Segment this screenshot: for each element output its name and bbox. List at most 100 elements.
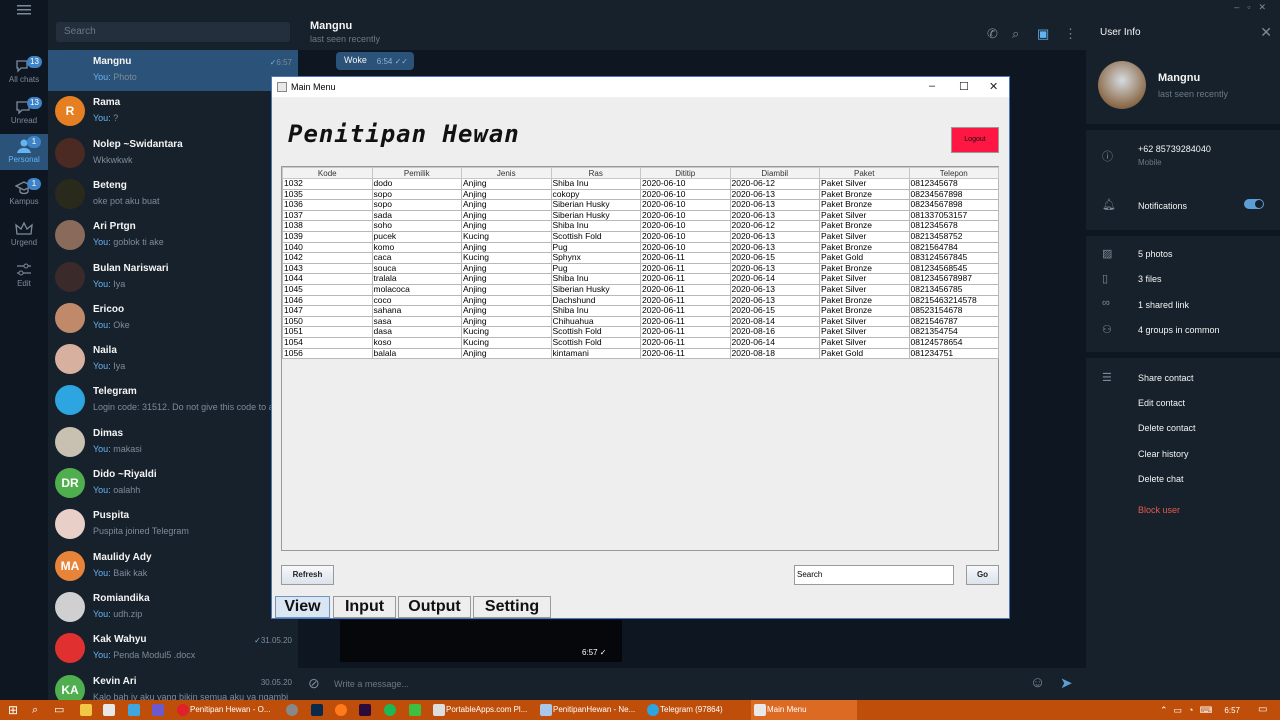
table-cell[interactable]: 1042 [282,252,373,264]
column-header[interactable]: Ras [550,167,641,179]
message-bubble[interactable]: Woke 6:54 ✓✓ [336,52,414,70]
tab-setting[interactable]: Setting [473,596,551,618]
delete-chat-button[interactable]: Delete chat [1138,474,1184,484]
table-cell[interactable]: coco [371,294,462,307]
chat-list-item[interactable]: NailaYou: Iya✓ [48,339,298,380]
chat-list-item[interactable]: Beteng oke pot aku buat [48,174,298,215]
table-row[interactable]: 1045 molacoca Anjing Siberian Husky 2020-06-… [282,283,999,296]
close-icon[interactable]: ✕ [989,80,998,93]
table-cell[interactable]: sasa [371,315,462,328]
table-row[interactable]: 1037 sada Anjing Siberian Husky 2020-06-10 20… [282,209,999,222]
notifications-toggle[interactable] [1244,199,1264,209]
table-cell[interactable]: Shiba Inu [550,305,641,317]
chat-list-item[interactable]: RomiandikaYou: udh.zip✓1. [48,587,298,628]
table-cell[interactable]: Kucing [461,326,552,338]
table-cell[interactable]: 2020-06-10 [640,209,731,222]
table-cell[interactable]: Anjing [461,347,552,360]
table-row[interactable]: 1038 soho Anjing Shiba Inu 2020-06-10 2020-06… [282,220,999,232]
taskbar-item-main-menu[interactable]: Main Menu [751,700,857,720]
table-cell[interactable]: 2020-06-11 [640,294,731,307]
table-cell[interactable]: 1032 [282,178,373,190]
table-cell[interactable]: balala [371,347,462,360]
taskbar-item-opera[interactable]: Penitipan Hewan - O... [174,700,274,720]
logout-button[interactable]: Logout [951,127,999,153]
table-cell[interactable]: Shiba Inu [550,273,641,285]
table-cell[interactable]: 2020-08-14 [729,315,820,328]
tab-input[interactable]: Input [333,596,396,618]
table-row[interactable]: 1051 dasa Kucing Scottish Fold 2020-06-11 202… [282,326,999,338]
mail-icon[interactable] [128,704,140,716]
telegram-window-controls[interactable]: –▫✕ [1234,2,1274,13]
table-cell[interactable]: 081234568545 [908,262,999,275]
table-cell[interactable]: 2020-06-11 [640,336,731,349]
table-cell[interactable]: 2020-06-15 [729,305,820,317]
table-cell[interactable]: Paket Silver [819,326,910,338]
table-cell[interactable]: 1037 [282,209,373,222]
spotify-icon[interactable] [384,704,396,716]
table-cell[interactable]: 2020-06-13 [729,262,820,275]
search-icon[interactable]: ⌕ [32,700,48,720]
folder-personal[interactable]: 1 Personal [0,134,48,170]
app-icon[interactable] [286,704,298,716]
table-row[interactable]: 1036 sopo Anjing Siberian Husky 2020-06-10 20… [282,199,999,211]
chat-list-item[interactable]: Nolep ~Swidantara Wkkwkwk [48,133,298,174]
table-cell[interactable]: 2020-06-11 [640,252,731,264]
media-photos[interactable]: 5 photos [1138,249,1173,259]
table-cell[interactable]: 0821564784 [908,241,999,254]
message-input[interactable]: Write a message... [334,679,409,689]
search-input[interactable]: Search [794,565,954,585]
file-explorer-icon[interactable] [80,704,92,716]
column-header[interactable]: Kode [282,167,373,179]
table-cell[interactable]: Siberian Husky [550,199,641,211]
table-cell[interactable]: sahana [371,305,462,317]
table-cell[interactable]: 2020-06-11 [640,262,731,275]
table-cell[interactable]: Paket Bronze [819,294,910,307]
table-cell[interactable]: Paket Bronze [819,188,910,201]
table-cell[interactable]: 2020-06-14 [729,273,820,285]
table-cell[interactable]: kintamani [550,347,641,360]
table-cell[interactable]: Anjing [461,241,552,254]
chat-list-item[interactable]: DRDido ~RiyaldiYou: oalahh3. [48,463,298,504]
table-cell[interactable]: 2020-06-11 [640,315,731,328]
table-cell[interactable]: 08215463214578 [908,294,999,307]
table-cell[interactable]: 2020-06-13 [729,209,820,222]
maximize-icon[interactable]: ☐ [959,80,969,93]
table-cell[interactable]: dodo [371,178,462,190]
table-cell[interactable]: Paket Bronze [819,241,910,254]
table-cell[interactable]: Anjing [461,315,552,328]
avatar[interactable] [1098,61,1146,109]
app-icon[interactable] [152,704,164,716]
table-cell[interactable]: 2020-06-11 [640,305,731,317]
table-cell[interactable]: 2020-06-13 [729,283,820,296]
table-cell[interactable]: 1056 [282,347,373,360]
refresh-button[interactable]: Refresh [281,565,334,585]
table-row[interactable]: 1042 caca Kucing Sphynx 2020-06-11 2020-06-15… [282,252,999,264]
table-cell[interactable]: Paket Silver [819,178,910,190]
table-cell[interactable]: sada [371,209,462,222]
table-cell[interactable]: Paket Silver [819,283,910,296]
table-cell[interactable]: 0821354754 [908,326,999,338]
chat-list-item[interactable]: Kak Wahyu You: Penda Modul5 .docx ✓31.05.2… [48,628,298,669]
table-cell[interactable]: Anjing [461,199,552,211]
table-row[interactable]: 1039 pucek Kucing Scottish Fold 2020-06-10 20… [282,230,999,243]
column-header[interactable]: Dititip [640,167,731,179]
table-row[interactable]: 1054 koso Kucing Scottish Fold 2020-06-11 202… [282,336,999,349]
table-cell[interactable]: komo [371,241,462,254]
chat-search-input[interactable]: Search [56,22,290,42]
table-row[interactable]: 1040 komo Anjing Pug 2020-06-10 2020-06-13 Pak… [282,241,999,254]
table-cell[interactable]: 1039 [282,230,373,243]
table-cell[interactable]: 1045 [282,283,373,296]
table-cell[interactable]: souca [371,262,462,275]
table-cell[interactable]: Shiba Inu [550,178,641,190]
table-cell[interactable]: Kucing [461,252,552,264]
taskbar-item-telegram[interactable]: Telegram (97864) [644,700,746,720]
table-cell[interactable]: Dachshund [550,294,641,307]
chat-list-item[interactable]: RRamaYou: ?✓ [48,91,298,132]
table-cell[interactable]: 2020-06-10 [640,220,731,232]
table-cell[interactable]: Paket Bronze [819,305,910,317]
store-icon[interactable] [103,704,115,716]
table-cell[interactable]: Siberian Husky [550,283,641,296]
table-cell[interactable]: 1036 [282,199,373,211]
phone-icon[interactable]: ✆ [987,26,998,42]
task-view-icon[interactable]: ▭ [54,700,70,720]
